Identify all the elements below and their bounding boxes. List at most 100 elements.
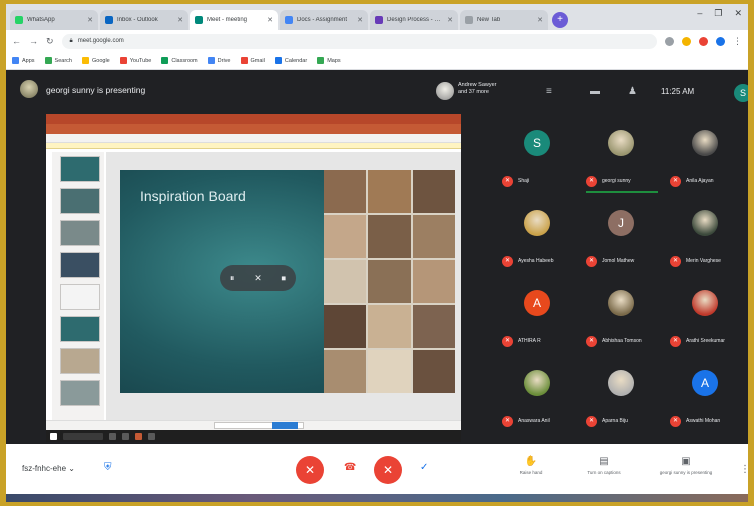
slide-thumbnails xyxy=(52,152,104,420)
tab-title: Design Process - Google xyxy=(387,17,443,23)
participant-avatar xyxy=(692,290,718,316)
participant-tile[interactable]: ✕ Anila Ajayan xyxy=(664,124,748,204)
slide-action-button[interactable] xyxy=(272,422,298,429)
slide-title: Inspiration Board xyxy=(140,188,246,204)
check-icon[interactable]: ✓ xyxy=(420,462,428,473)
participant-tile[interactable]: ✕ georgi sunny xyxy=(580,124,664,204)
bookmark-item[interactable]: Drive xyxy=(207,57,231,64)
hang-up-icon[interactable]: ☎ xyxy=(344,462,356,473)
extension-icon[interactable] xyxy=(682,36,691,46)
bookmark-item[interactable]: Maps xyxy=(317,57,341,64)
participant-tile[interactable]: ✕ Anaswara Anil xyxy=(496,364,580,444)
bookmark-item[interactable]: Calendar xyxy=(274,57,307,64)
collage-image xyxy=(412,350,455,393)
pause-icon[interactable]: ⏸ xyxy=(230,273,235,284)
bookmark-icon xyxy=(44,57,52,64)
bookmark-item[interactable]: Google xyxy=(81,57,110,64)
participant-tile[interactable]: S ✕ Shaji xyxy=(496,124,580,204)
bookmark-item[interactable]: Gmail xyxy=(240,57,265,64)
browser-tab[interactable]: New Tab ✕ xyxy=(460,10,548,30)
new-tab-button[interactable]: + xyxy=(552,12,568,28)
speaking-indicator xyxy=(586,191,658,193)
browser-tab[interactable]: WhatsApp ✕ xyxy=(10,10,98,30)
maximize-button[interactable]: ❐ xyxy=(714,8,722,19)
extension-icon[interactable] xyxy=(665,36,674,46)
collage-image xyxy=(368,260,411,303)
captions-button[interactable]: ▤ Turn on captions xyxy=(574,456,634,476)
mic-off-icon: ✕ xyxy=(586,176,597,187)
my-avatar[interactable]: S xyxy=(734,84,748,102)
collage-image xyxy=(412,215,455,258)
close-icon[interactable]: ✕ xyxy=(254,273,262,284)
browser-menu-icon[interactable]: ⋮ xyxy=(733,36,742,47)
participant-tile[interactable]: ✕ Ayesha Habeeb xyxy=(496,204,580,284)
participant-avatar xyxy=(524,370,550,396)
collage-image xyxy=(324,350,367,393)
taskbar-icon[interactable] xyxy=(122,432,129,440)
participant-name: Arathi Sreekumar xyxy=(686,338,725,344)
slide-thumbnail xyxy=(60,156,100,182)
chat-icon[interactable]: ▬ xyxy=(590,86,600,97)
participant-tile[interactable]: ✕ Abhishaa Tomson xyxy=(580,284,664,364)
taskbar-icon[interactable] xyxy=(63,432,103,440)
browser-tab[interactable]: Design Process - Google ✕ xyxy=(370,10,458,30)
close-tab-icon[interactable]: ✕ xyxy=(447,16,453,24)
camera-toggle-button[interactable]: ✕ xyxy=(374,456,402,484)
browser-tab[interactable]: Inbox - Outlook ✕ xyxy=(100,10,188,30)
bookmark-item[interactable]: Search xyxy=(44,57,72,64)
close-window-button[interactable]: ✕ xyxy=(734,8,742,19)
stop-icon[interactable]: ⏹ xyxy=(282,273,287,284)
more-options-icon[interactable]: ⋮ xyxy=(740,464,748,475)
tab-favicon-icon xyxy=(285,16,293,24)
mic-off-icon: ✕ xyxy=(304,463,316,477)
collage-image xyxy=(324,260,367,303)
taskbar-icon[interactable] xyxy=(109,432,116,440)
bookmark-item[interactable]: Classroom xyxy=(161,57,198,64)
forward-icon[interactable]: → xyxy=(29,36,38,46)
mic-toggle-button[interactable]: ✕ xyxy=(296,456,324,484)
taskbar-icon[interactable] xyxy=(148,432,155,440)
ppt-status-bar xyxy=(46,420,461,430)
bookmark-icon xyxy=(81,57,89,64)
layout-icon[interactable]: ≡ xyxy=(546,86,552,97)
participant-tile[interactable]: ✕ Aparna Biju xyxy=(580,364,664,444)
pinned-user-avatar[interactable] xyxy=(436,82,454,100)
participant-avatar: A xyxy=(692,370,718,396)
taskbar-icon[interactable] xyxy=(135,432,142,440)
shield-icon[interactable]: ⛨ xyxy=(104,462,112,473)
minimize-button[interactable]: – xyxy=(697,8,702,19)
participant-tile[interactable]: A ✕ Aswathi Mohan xyxy=(664,364,748,444)
close-tab-icon[interactable]: ✕ xyxy=(87,16,93,24)
extension-icon[interactable] xyxy=(699,36,708,46)
pinned-user-label: Andrew Sawyer and 37 more xyxy=(458,82,497,95)
profile-icon[interactable] xyxy=(716,36,725,46)
bookmark-label: YouTube xyxy=(129,57,152,64)
participant-tile[interactable]: ✕ Arathi Sreekumar xyxy=(664,284,748,364)
close-tab-icon[interactable]: ✕ xyxy=(267,16,273,24)
participant-tile[interactable]: J ✕ Jomol Mathew xyxy=(580,204,664,284)
mic-off-icon: ✕ xyxy=(670,256,681,267)
participant-tile[interactable]: ✕ Merin Varghese xyxy=(664,204,748,284)
close-tab-icon[interactable]: ✕ xyxy=(357,16,363,24)
bookmark-label: Google xyxy=(91,57,110,64)
raise-hand-button[interactable]: ✋ Raise hand xyxy=(501,456,561,476)
back-icon[interactable]: ← xyxy=(12,36,21,46)
participant-tile[interactable]: A ✕ ATHIRA R xyxy=(496,284,580,364)
close-tab-icon[interactable]: ✕ xyxy=(537,16,543,24)
bookmark-icon xyxy=(207,57,215,64)
start-icon[interactable] xyxy=(50,432,57,440)
bookmark-item[interactable]: Apps xyxy=(12,57,35,64)
collage-image xyxy=(368,350,411,393)
browser-tab[interactable]: Meet - meeting ✕ xyxy=(190,10,278,30)
people-icon[interactable]: ♟ xyxy=(628,86,637,97)
reload-icon[interactable]: ↻ xyxy=(46,36,54,47)
presenting-banner: georgi sunny is presenting xyxy=(46,85,146,95)
present-now-button[interactable]: ▣ georgi sunny is presenting xyxy=(656,456,716,476)
bookmark-item[interactable]: YouTube xyxy=(119,57,152,64)
address-bar[interactable]: 🔒︎ meet.google.com xyxy=(61,33,657,49)
bookmark-label: Apps xyxy=(22,57,35,64)
mic-off-icon: ✕ xyxy=(502,336,513,347)
browser-tab[interactable]: Docs - Assignment ✕ xyxy=(280,10,368,30)
meeting-code[interactable]: fsz-fnhc-ehe ⌄ xyxy=(22,464,75,473)
close-tab-icon[interactable]: ✕ xyxy=(177,16,183,24)
